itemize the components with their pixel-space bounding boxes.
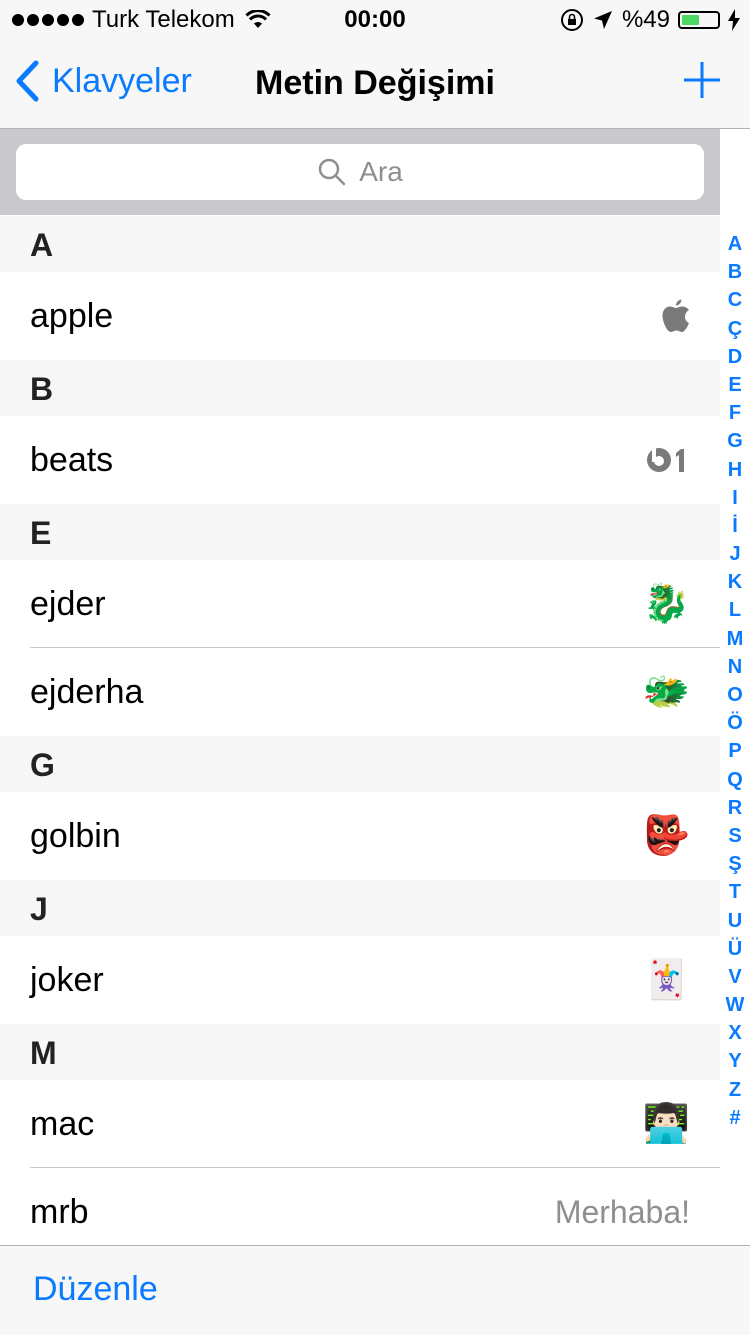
index-letter[interactable]: M	[727, 625, 744, 653]
index-letter[interactable]: E	[728, 371, 741, 399]
orientation-lock-icon	[560, 9, 583, 31]
index-letter[interactable]: #	[729, 1104, 740, 1132]
index-letter[interactable]: U	[728, 907, 742, 935]
section-index[interactable]: A B C Ç D E F G H I İ J K L M N O Ö P Q R S Ş T U Ü V W X Y Z #	[720, 230, 750, 1132]
search-input[interactable]: Ara	[16, 144, 704, 200]
technologist-emoji-icon: 👨🏻‍💻	[642, 1103, 690, 1145]
list-item[interactable]: beats	[0, 416, 720, 504]
search-icon	[318, 158, 346, 186]
charging-bolt-icon	[728, 9, 740, 31]
index-letter[interactable]: X	[728, 1019, 741, 1047]
goblin-emoji-icon: 👺	[642, 815, 690, 857]
index-letter[interactable]: A	[728, 230, 742, 258]
index-letter[interactable]: R	[728, 794, 742, 822]
navigation-bar: Klavyeler Metin Değişimi	[0, 40, 750, 129]
index-letter[interactable]: I	[732, 484, 738, 512]
section-header-b: B	[0, 360, 720, 416]
section-header-g: G	[0, 736, 720, 792]
index-letter[interactable]: B	[728, 258, 742, 286]
dragon-emoji-icon: 🐉	[642, 583, 690, 625]
search-bar: Ara	[0, 129, 720, 215]
index-letter[interactable]: W	[726, 991, 745, 1019]
index-letter[interactable]: V	[728, 963, 741, 991]
index-letter[interactable]: C	[728, 286, 742, 314]
list-item[interactable]: ejderha 🐲	[0, 648, 720, 736]
list-item[interactable]: mac 👨🏻‍💻	[0, 1080, 720, 1168]
status-bar: Turk Telekom 00:00 %49	[0, 0, 750, 40]
index-letter[interactable]: O	[727, 681, 743, 709]
list-item[interactable]: apple	[0, 272, 720, 360]
index-letter[interactable]: S	[728, 822, 741, 850]
index-letter[interactable]: Q	[727, 766, 743, 794]
list-item[interactable]: mrb Merhaba!	[0, 1168, 720, 1256]
dragon-face-emoji-icon: 🐲	[642, 671, 690, 713]
index-letter[interactable]: H	[728, 456, 742, 484]
search-placeholder: Ara	[359, 156, 403, 187]
apple-logo-icon	[662, 299, 689, 332]
index-letter[interactable]: F	[729, 399, 741, 427]
status-right: %49	[560, 6, 740, 34]
index-letter[interactable]: T	[729, 878, 741, 906]
list-item[interactable]: golbin 👺	[0, 792, 720, 880]
replacement-list: A apple B beats E ejder 🐉 ejderha 🐲 G go…	[0, 216, 720, 1256]
index-letter[interactable]: Ç	[728, 315, 742, 343]
bottom-toolbar: Düzenle	[0, 1245, 750, 1335]
index-letter[interactable]: Ö	[727, 709, 743, 737]
index-letter[interactable]: Ş	[728, 850, 741, 878]
index-letter[interactable]: İ	[732, 512, 738, 540]
shortcut-label: apple	[30, 297, 114, 335]
shortcut-label: joker	[30, 961, 104, 999]
section-header-m: M	[0, 1024, 720, 1080]
shortcut-label: mrb	[30, 1193, 89, 1231]
index-letter[interactable]: P	[728, 737, 741, 765]
location-arrow-icon	[593, 11, 612, 29]
shortcut-label: ejderha	[30, 673, 144, 711]
index-letter[interactable]: K	[728, 568, 742, 596]
shortcut-label: beats	[30, 441, 114, 479]
add-icon[interactable]	[682, 60, 722, 100]
section-header-j: J	[0, 880, 720, 936]
index-letter[interactable]: Y	[728, 1047, 741, 1075]
index-letter[interactable]: N	[728, 653, 742, 681]
index-letter[interactable]: G	[727, 427, 743, 455]
joker-card-emoji-icon: 🃏	[642, 959, 690, 1001]
index-letter[interactable]: D	[728, 343, 742, 371]
battery-percent: %49	[621, 6, 670, 33]
index-letter[interactable]: L	[729, 596, 741, 624]
shortcut-label: mac	[30, 1105, 95, 1143]
index-letter[interactable]: Z	[729, 1076, 741, 1104]
index-letter[interactable]: Ü	[728, 935, 742, 963]
section-header-a: A	[0, 216, 720, 272]
beats1-logo-icon	[647, 448, 684, 472]
list-item[interactable]: joker 🃏	[0, 936, 720, 1024]
shortcut-label: golbin	[30, 817, 121, 855]
edit-button[interactable]: Düzenle	[33, 1270, 158, 1309]
page-title: Metin Değişimi	[255, 64, 495, 102]
index-letter[interactable]: J	[729, 540, 740, 568]
battery-icon	[678, 11, 720, 29]
phrase-text: Merhaba!	[554, 1193, 690, 1230]
section-header-e: E	[0, 504, 720, 560]
shortcut-label: ejder	[30, 585, 106, 623]
list-item[interactable]: ejder 🐉	[0, 560, 720, 648]
